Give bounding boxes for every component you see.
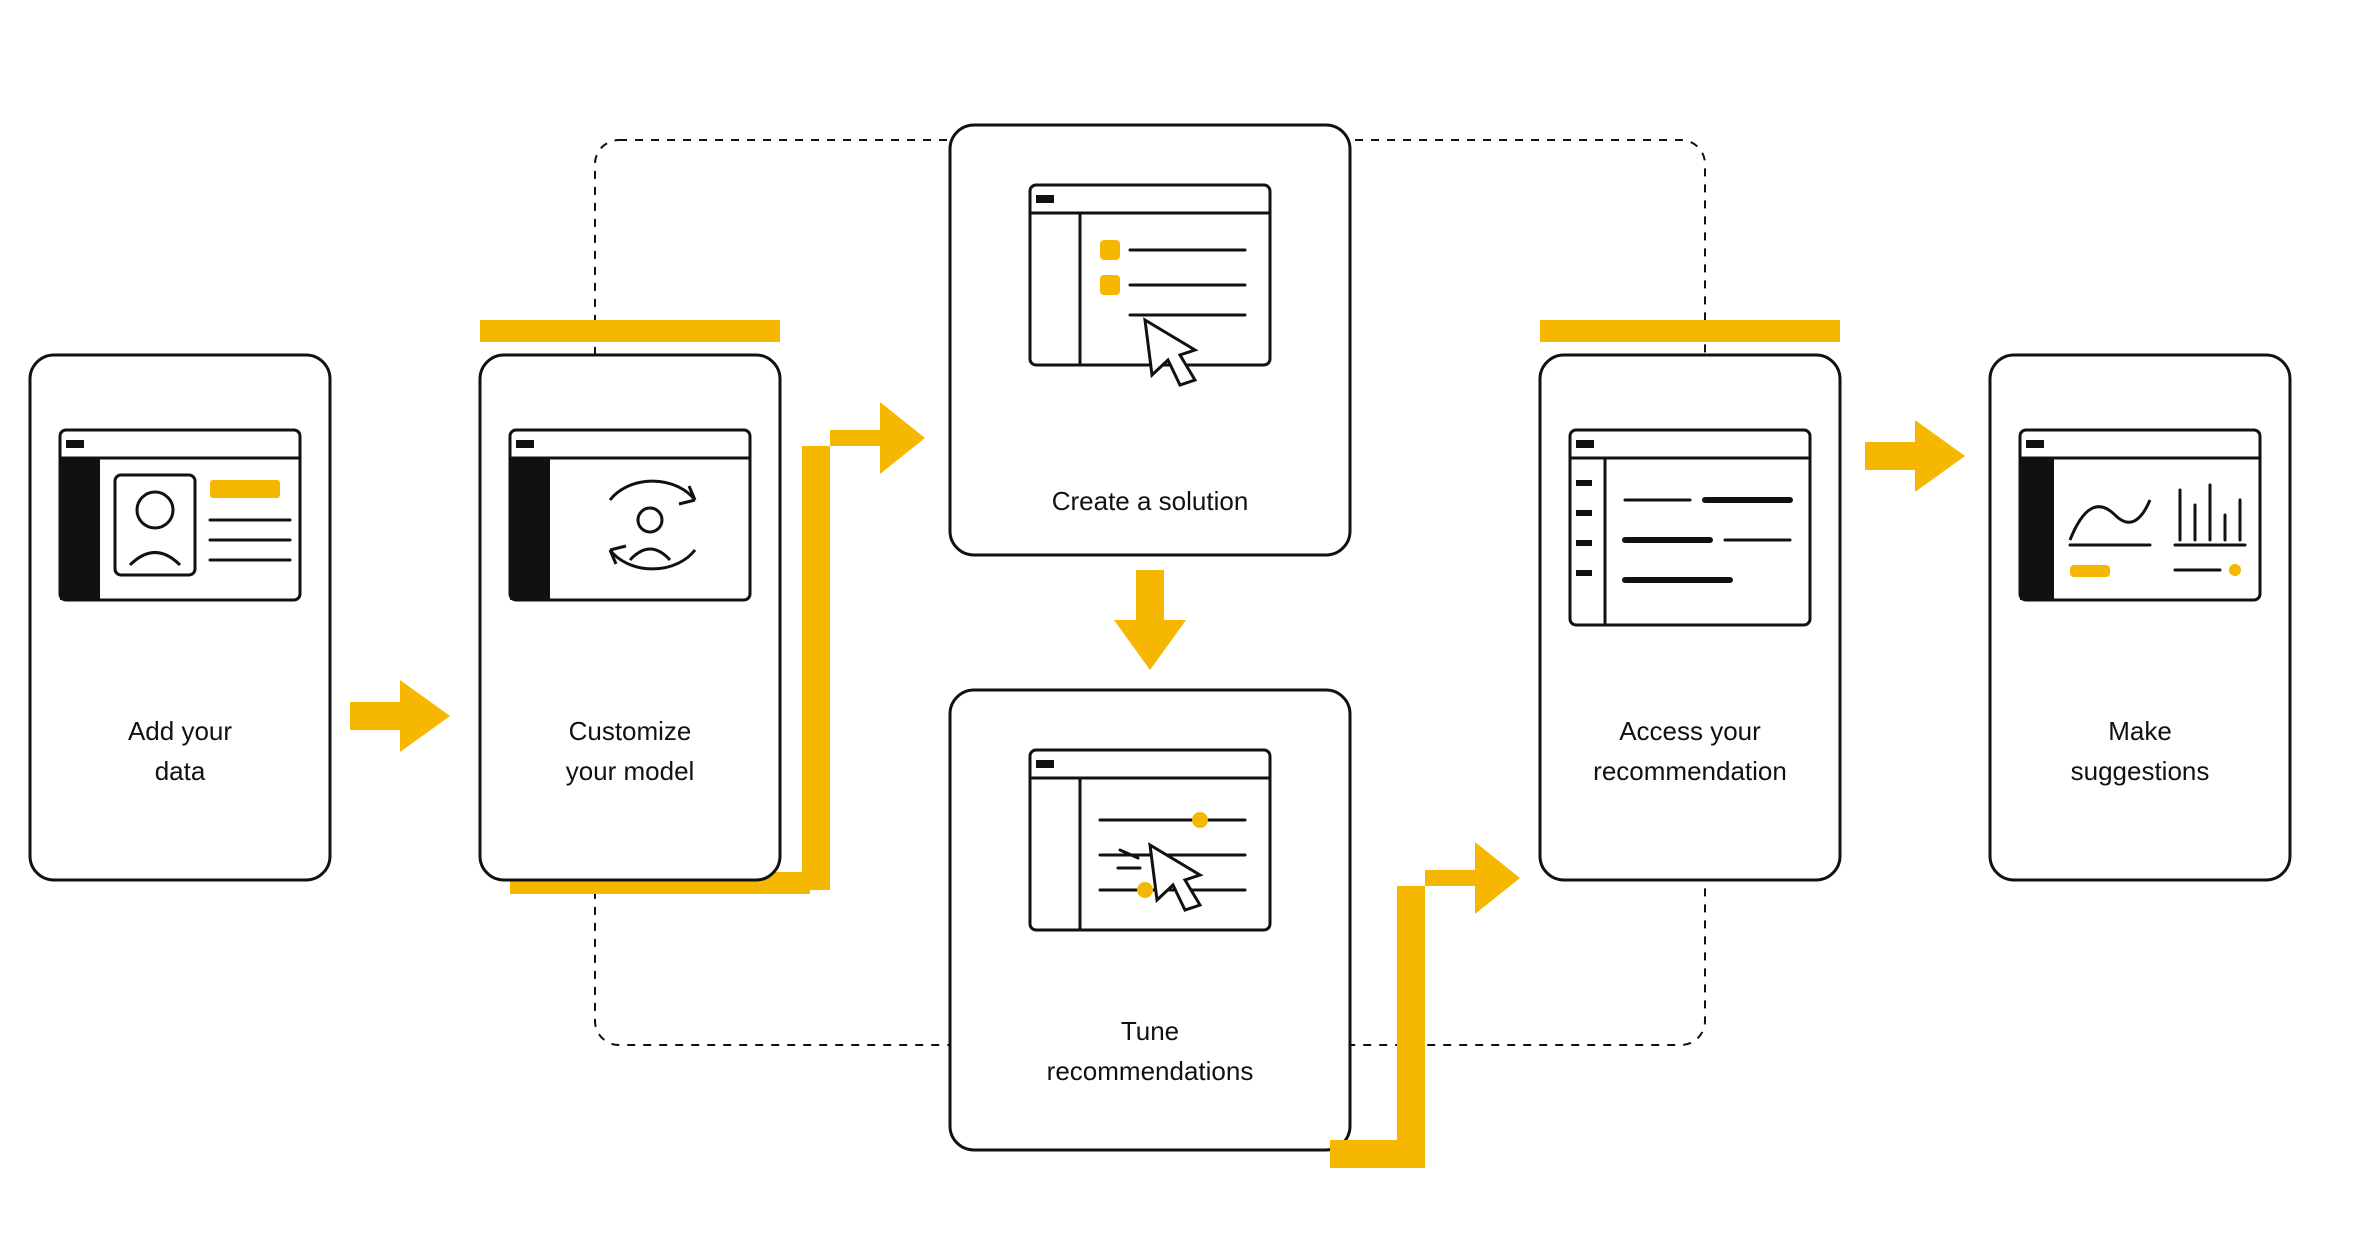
step-label: recommendations	[1047, 1056, 1254, 1086]
step-tune-recommendations: Tune recommendations	[950, 690, 1350, 1150]
step-label: Make	[2108, 716, 2172, 746]
step-add-data: Add your data	[30, 355, 330, 880]
step-label: Customize	[569, 716, 692, 746]
step-label: Add your	[128, 716, 232, 746]
arrow-icon	[770, 402, 925, 890]
step-customize-model: Customize your model	[480, 320, 810, 894]
step-label: Tune	[1121, 1016, 1179, 1046]
step-access-recommendation: Access your recommendation	[1540, 320, 1840, 880]
workflow-diagram: Add your data Customize your model	[0, 0, 2361, 1254]
step-label: Create a solution	[1052, 486, 1249, 516]
step-label: your model	[566, 756, 695, 786]
step-label: Access your	[1619, 716, 1761, 746]
step-create-solution: Create a solution	[950, 125, 1350, 555]
step-label: recommendation	[1593, 756, 1787, 786]
step-make-suggestions: Make suggestions	[1990, 355, 2290, 880]
arrow-icon	[1330, 842, 1520, 1168]
arrow-icon	[1114, 570, 1186, 670]
arrow-icon	[350, 680, 450, 752]
arrow-icon	[1865, 420, 1965, 492]
step-label: suggestions	[2071, 756, 2210, 786]
step-label: data	[155, 756, 206, 786]
